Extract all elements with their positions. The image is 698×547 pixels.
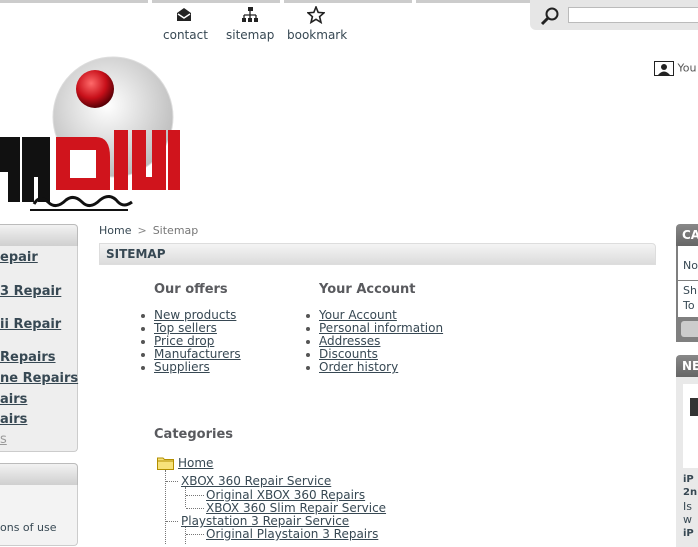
your-account-list: Your Account Personal information Addres… — [304, 309, 443, 374]
category-link[interactable]: airs — [0, 392, 27, 407]
left-info-header — [0, 463, 78, 486]
contact-label: contact — [163, 28, 208, 42]
user-icon — [654, 61, 674, 76]
product-image[interactable] — [683, 384, 698, 468]
category-link[interactable]: ii Repair — [0, 317, 61, 332]
top-sellers-link[interactable]: Top sellers — [154, 321, 217, 335]
contact-link[interactable]: contact — [163, 6, 208, 42]
tree-category-link[interactable]: XBOX 360 Repair Service — [181, 474, 331, 488]
page-title-bar: SITEMAP — [99, 243, 656, 265]
price-drop-link[interactable]: Price drop — [154, 334, 214, 348]
category-link[interactable]: s — [0, 432, 7, 447]
our-offers-list: New products Top sellers Price drop Manu… — [139, 309, 241, 374]
addresses-link[interactable]: Addresses — [319, 334, 380, 348]
tree-line — [186, 508, 204, 509]
left-categories-header — [0, 224, 78, 247]
star-icon — [307, 6, 325, 24]
list-item: Suppliers — [139, 361, 241, 374]
tree-line — [166, 521, 178, 522]
cart-block-header[interactable]: CA — [676, 224, 698, 246]
tree-line — [166, 481, 178, 482]
cart-text: To — [683, 299, 695, 312]
cart-text: Sh — [683, 284, 697, 297]
category-tree: Home XBOX 360 Repair Service Original XB… — [155, 454, 555, 544]
sitemap-icon — [242, 7, 258, 22]
search-icon[interactable] — [540, 6, 560, 26]
tree-subcategory-link[interactable]: Original XBOX 360 Repairs — [206, 488, 365, 502]
user-info-text: You — [677, 61, 697, 75]
your-account-title: Your Account — [319, 282, 416, 297]
tree-category-link[interactable]: Playstation 3 Repair Service — [181, 514, 349, 528]
new-products-header-text: NE — [682, 359, 698, 373]
list-item: Order history — [304, 361, 443, 374]
category-link[interactable]: Repairs — [0, 350, 56, 365]
tree-line — [186, 534, 204, 535]
tree-home-link[interactable]: Home — [178, 456, 213, 470]
user-info[interactable]: You — [654, 61, 696, 76]
breadcrumb-current: Sitemap — [152, 224, 199, 237]
personal-information-link[interactable]: Personal information — [319, 321, 443, 335]
search-input[interactable] — [568, 7, 698, 23]
tree-subcategory-link[interactable]: XBOX 360 Slim Repair Service — [206, 501, 386, 515]
categories-title: Categories — [154, 427, 234, 442]
tree-line — [185, 527, 186, 544]
product-desc: w — [683, 513, 692, 526]
category-link[interactable]: epair — [0, 250, 38, 265]
discounts-link[interactable]: Discounts — [319, 347, 378, 361]
our-offers-title: Our offers — [154, 282, 228, 297]
category-link[interactable]: airs — [0, 412, 27, 427]
product-thumbnail — [690, 398, 698, 416]
product-name[interactable]: iP — [683, 474, 694, 485]
tree-line — [185, 487, 186, 507]
cart-header-text: CA — [682, 228, 698, 242]
suppliers-link[interactable]: Suppliers — [154, 360, 210, 374]
manufacturers-link[interactable]: Manufacturers — [154, 347, 241, 361]
cart-button[interactable] — [681, 321, 698, 337]
bookmark-label: bookmark — [287, 28, 348, 42]
product-name[interactable]: 2n — [683, 487, 697, 498]
envelope-icon — [177, 8, 191, 21]
order-history-link[interactable]: Order history — [319, 360, 398, 374]
left-info-block — [0, 485, 78, 546]
product-desc: Is — [683, 500, 692, 513]
bookmark-link[interactable]: bookmark — [287, 6, 348, 42]
category-link[interactable]: 3 Repair — [0, 284, 61, 299]
new-products-header[interactable]: NE — [676, 355, 698, 377]
tree-line — [186, 495, 204, 496]
product-name[interactable]: iP — [683, 528, 694, 539]
breadcrumb-separator: > — [137, 224, 147, 237]
sitemap-label: sitemap — [226, 28, 275, 42]
breadcrumb: Home > Sitemap — [99, 224, 198, 237]
sitemap-link[interactable]: sitemap — [226, 6, 274, 42]
top-tab-strip — [0, 0, 530, 3]
category-link[interactable]: ne Repairs — [0, 371, 78, 386]
your-account-link[interactable]: Your Account — [319, 308, 397, 322]
page-title: SITEMAP — [106, 247, 166, 261]
folder-icon — [157, 457, 174, 470]
tree-subcategory-link[interactable]: Original Playstaion 3 Repairs — [206, 527, 378, 541]
new-products-link[interactable]: New products — [154, 308, 236, 322]
store-logo[interactable] — [0, 52, 190, 222]
terms-link[interactable]: ons of use — [0, 521, 57, 534]
breadcrumb-home[interactable]: Home — [99, 224, 131, 237]
cart-text: No — [683, 259, 698, 272]
